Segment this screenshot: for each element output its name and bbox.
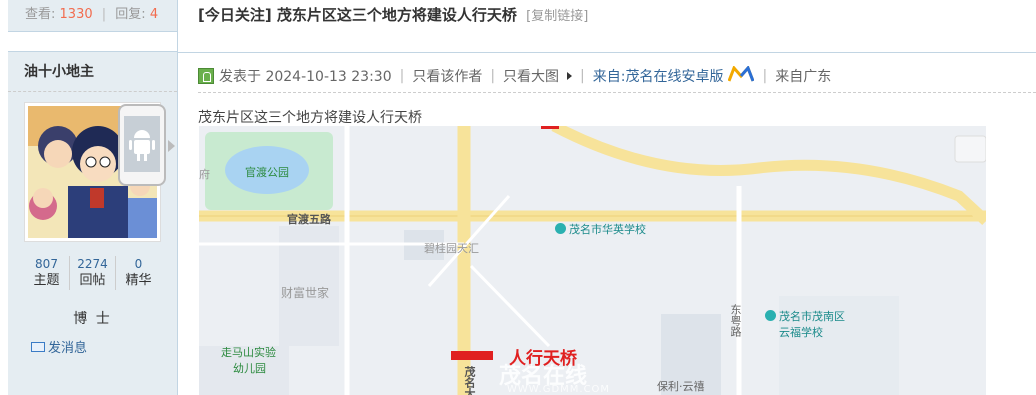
author-sidebar: 查看: 1330 | 回复: 4 油十小地主 807 主题 2274 回帖 0 … [8, 0, 178, 395]
maoming-app-logo-icon[interactable] [728, 65, 755, 86]
map-label-poly: 保利·云禧 [657, 380, 705, 393]
author-card: 油十小地主 807 主题 2274 回帖 0 精华 博 士 发消息 [8, 52, 177, 395]
views-label: 查看: [25, 7, 56, 22]
thread-stats: 查看: 1330 | 回复: 4 [8, 0, 177, 32]
count-digest-value: 0 [134, 257, 143, 271]
count-digest-label: 精华 [125, 273, 152, 288]
phone-pointer [168, 140, 175, 152]
count-replies-label: 回帖 [79, 273, 106, 288]
map-graphic [199, 126, 986, 395]
map-label-huaying: 茂名市华英学校 [555, 221, 646, 237]
map-label-edge: 府 [199, 168, 210, 181]
school-pin-icon [555, 223, 566, 234]
count-topics[interactable]: 807 主题 [24, 256, 69, 290]
only-author-link[interactable]: 只看该作者 [412, 66, 482, 86]
send-message-button[interactable]: 发消息 [31, 337, 87, 356]
map-label-zoumashan-1: 走马山实验 [221, 346, 276, 359]
send-message-label: 发消息 [48, 341, 88, 356]
sidebar-gap [8, 32, 177, 52]
map-label-park: 官渡公园 [245, 166, 289, 179]
source-link[interactable]: 来自:茂名在线安卓版 [593, 66, 724, 86]
stats-separator: | [101, 7, 107, 22]
android-phone-icon [118, 104, 166, 186]
only-big-image-link[interactable]: 只看大图 [503, 66, 559, 86]
count-topics-label: 主题 [33, 273, 60, 288]
thread-title-row: [今日关注] 茂东片区这三个地方将建设人行天桥 [复制链接] [198, 4, 588, 25]
school-pin-icon [765, 310, 776, 321]
triangle-right-icon[interactable] [567, 72, 573, 80]
posted-at: 发表于 2024-10-13 23:30 [219, 69, 392, 85]
dash-divider [198, 92, 1036, 93]
map-label-yunfu: 茂名市茂南区 云福学校 [765, 308, 845, 340]
meta-separator: | [399, 68, 405, 84]
map-label-dongyue: 东粤路 [729, 304, 742, 337]
meta-separator: | [762, 68, 768, 84]
map-label-caifu: 财富世家 [281, 286, 330, 300]
map-image[interactable]: 官渡公园 官渡五路 府 碧桂园天汇 茂名市华英学校 财富世家 东粤路 茂名市茂南… [199, 126, 986, 395]
map-label-zoumashan-2: 幼儿园 [233, 362, 266, 375]
post-body: 茂东片区这三个地方将建设人行天桥 [198, 110, 422, 126]
online-status-icon [198, 68, 214, 84]
count-topics-value: 807 [35, 257, 58, 271]
map-label-biguiyuan: 碧桂园天汇 [424, 242, 479, 255]
count-replies-value: 2274 [77, 257, 108, 271]
replies-count: 4 [149, 7, 159, 22]
divider [178, 52, 1036, 53]
author-counts: 807 主题 2274 回帖 0 精华 [24, 256, 161, 290]
meta-separator: | [580, 68, 585, 84]
user-rank: 博 士 [73, 311, 112, 327]
map-label-yunfu-1: 茂名市茂南区 [779, 310, 845, 323]
copy-link-button[interactable]: [复制链接] [526, 9, 588, 24]
map-label-zoumashan: 走马山实验 幼儿园 [221, 344, 276, 376]
post-meta: 发表于 2024-10-13 23:30 | 只看该作者 | 只看大图 | 来自… [198, 65, 832, 86]
watermark-url: WWW.GDMM.COM [507, 384, 611, 395]
map-label-yunfu-2: 云福学校 [779, 326, 823, 339]
region: 来自广东 [775, 69, 832, 85]
count-digest[interactable]: 0 精华 [115, 256, 161, 290]
author-name[interactable]: 油十小地主 [8, 52, 177, 92]
replies-label: 回复: [115, 7, 146, 22]
mail-icon [31, 341, 45, 352]
map-label-maoming-road: 茂名大 [463, 366, 476, 395]
thread-title: [今日关注] 茂东片区这三个地方将建设人行天桥 [198, 6, 517, 24]
meta-separator: | [490, 68, 496, 84]
map-label-guandu5: 官渡五路 [287, 213, 331, 226]
map-label-huaying-text: 茂名市华英学校 [569, 223, 646, 236]
views-count: 1330 [59, 7, 93, 22]
count-replies[interactable]: 2274 回帖 [69, 256, 115, 290]
